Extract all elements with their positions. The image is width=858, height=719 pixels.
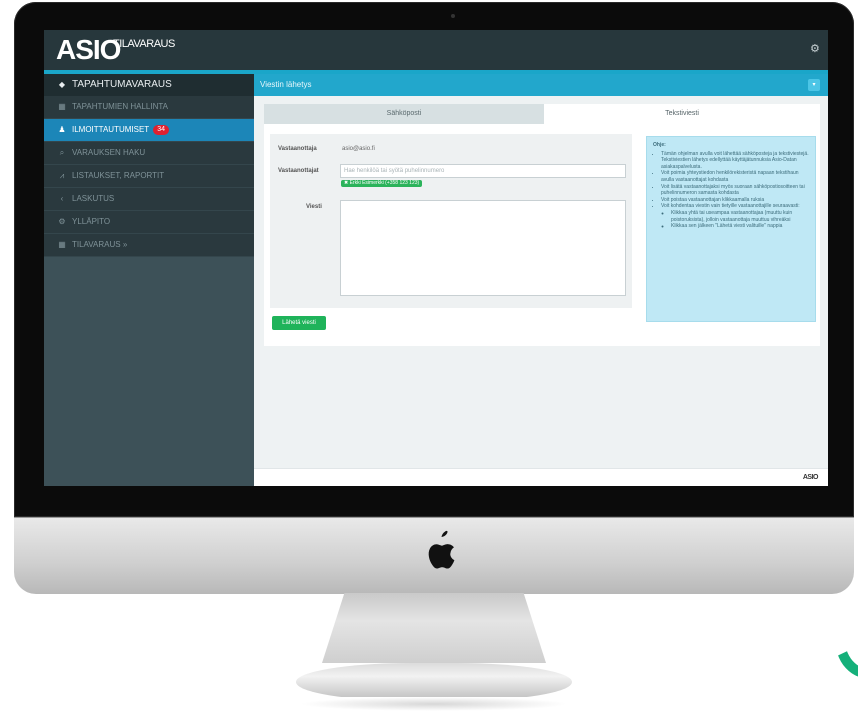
- recipients-input[interactable]: Hae henkilöä tai syötä puhelinnumero: [340, 164, 626, 178]
- sender-label: Vastaanottaja: [278, 146, 317, 152]
- apple-logo-icon: [428, 530, 455, 569]
- monitor-stand-foot: [296, 663, 572, 701]
- recipients-label: Vastaanottajat: [278, 168, 319, 174]
- sidebar-item-tapahtumien-hallinta[interactable]: ▦ TAPAHTUMIEN HALLINTA: [44, 96, 254, 119]
- sidebar-item-label: LISTAUKSET, RAPORTIT: [72, 171, 165, 180]
- help-item: Voit poistaa vastaanottajan klikkaamalla…: [661, 197, 809, 204]
- sidebar-item-varauksen-haku[interactable]: ⌕ VARAUKSEN HAKU: [44, 142, 254, 165]
- sidebar-item-label: LASKUTUS: [72, 194, 115, 203]
- sidebar-item-laskutus[interactable]: ‹ LASKUTUS: [44, 188, 254, 211]
- help-item-text: Voit kohdentaa viestin vain tietyille va…: [661, 203, 800, 210]
- search-icon: ⌕: [59, 148, 65, 157]
- message-tabs: Sähköposti Tekstiviesti: [264, 104, 820, 124]
- sidebar-item-listaukset-raportit[interactable]: ⩘ LISTAUKSET, RAPORTIT: [44, 165, 254, 188]
- help-box: Ohje: Tämän ohjelman avulla voit lähettä…: [646, 136, 816, 322]
- footer: ASIO: [254, 468, 828, 486]
- users-icon: ♟: [58, 125, 66, 134]
- app-logo-suffix: TILAVARAUS: [113, 38, 175, 50]
- sidebar-item-label: VARAUKSEN HAKU: [72, 148, 146, 157]
- sidebar-item-tapahtumavaraus[interactable]: ◆ TAPAHTUMAVARAUS: [44, 74, 254, 97]
- help-item: Voit poimia yhteystiedon henkilörekister…: [661, 170, 809, 183]
- collapse-button[interactable]: ▾: [808, 79, 820, 91]
- message-textarea[interactable]: [340, 200, 626, 296]
- sender-value: asio@asio.fi: [342, 146, 375, 152]
- sidebar-item-text: ILMOITTAUTUMISET: [72, 125, 150, 134]
- sidebar-item-yllapito[interactable]: ⚙ YLLÄPITO: [44, 211, 254, 234]
- screen: ASIO TILAVARAUS ⚙ ◆ TAPAHTUMAVARAUS ▦ TA…: [44, 30, 828, 486]
- help-item: Voit kohdentaa viestin vain tietyille va…: [661, 203, 809, 229]
- sidebar-item-label: TAPAHTUMAVARAUS: [72, 79, 172, 90]
- send-message-button[interactable]: Lähetä viesti: [272, 316, 326, 330]
- page-title: Viestin lähetys: [260, 80, 312, 89]
- sidebar-item-label: ILMOITTAUTUMISET 34: [72, 119, 169, 141]
- help-sublist: Klikkaa yhtä tai useampaa vastaanottajaa…: [661, 210, 809, 230]
- help-item: Tämän ohjelman avulla voit lähettää sähk…: [661, 151, 809, 171]
- footer-logo: ASIO: [802, 474, 819, 481]
- recipient-tag[interactable]: ✖ Erkki Esimerkki (+358 123 123): [341, 180, 423, 187]
- sidebar-item-label: TILAVARAUS »: [72, 240, 128, 249]
- monitor-stand-neck: [322, 593, 546, 663]
- stand-shadow: [300, 697, 568, 711]
- cogs-icon: ⚙: [58, 217, 66, 226]
- calendar-icon: ▦: [58, 102, 66, 111]
- sidebar-item-label: TAPAHTUMIEN HALLINTA: [72, 102, 169, 111]
- content-header: Viestin lähetys ▾: [254, 74, 828, 96]
- help-subitem: Klikkaa sen jälkeen "Lähetä viesti valit…: [671, 223, 809, 230]
- app-logo[interactable]: ASIO: [56, 36, 121, 64]
- help-item: Voit lisätä vastaanottajaksi myös suoraa…: [661, 184, 809, 197]
- help-title: Ohje:: [653, 142, 666, 148]
- chart-icon: ⩘: [59, 171, 65, 180]
- sidebar-item-label: YLLÄPITO: [72, 217, 111, 226]
- chevron-left-icon: ‹: [60, 194, 64, 203]
- calendar-icon: ▦: [58, 240, 66, 249]
- diamond-icon: ◆: [58, 80, 66, 89]
- help-subitem: Klikkaa yhtä tai useampaa vastaanottajaa…: [671, 210, 809, 223]
- count-badge: 34: [153, 124, 169, 135]
- message-label: Viesti: [306, 204, 322, 210]
- sidebar-item-ilmoittautumiset[interactable]: ♟ ILMOITTAUTUMISET 34: [44, 119, 254, 142]
- tab-email[interactable]: Sähköposti: [264, 104, 544, 124]
- tab-sms[interactable]: Tekstiviesti: [544, 104, 820, 124]
- help-list: Tämän ohjelman avulla voit lähettää sähk…: [653, 151, 809, 230]
- top-bar: ASIO TILAVARAUS ⚙: [44, 30, 828, 70]
- gear-icon[interactable]: ⚙: [810, 44, 820, 55]
- sidebar-item-tilavaraus[interactable]: ▦ TILAVARAUS »: [44, 234, 254, 257]
- camera-dot: [451, 14, 455, 18]
